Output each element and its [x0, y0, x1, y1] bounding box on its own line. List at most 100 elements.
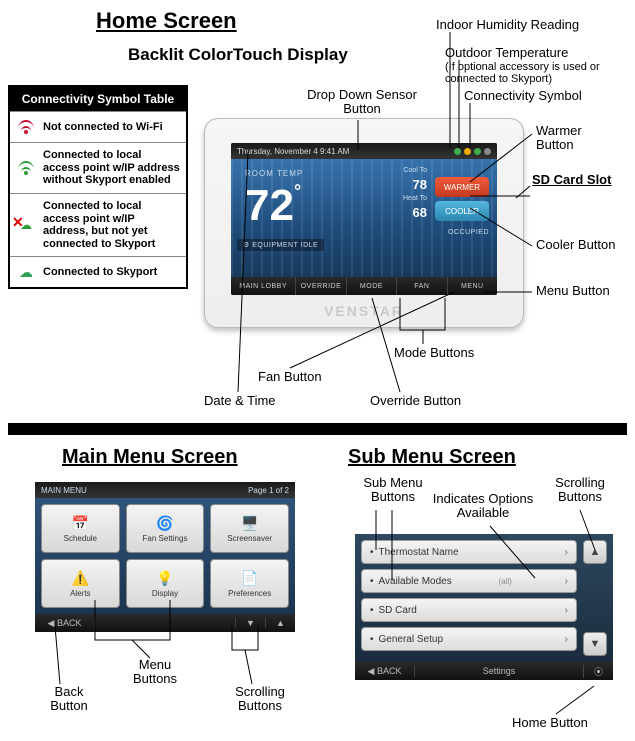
conn-row-notconnected: Not connected to Wi-Fi	[10, 111, 186, 142]
scroll-down-button[interactable]: ▼	[235, 618, 265, 628]
chevron-right-icon: ›	[565, 634, 568, 645]
warmer-button[interactable]: WARMER	[435, 177, 489, 197]
sub-row-label: Thermostat Name	[379, 547, 459, 558]
menu-btn-preferences[interactable]: 📄Preferences	[210, 559, 289, 608]
display-subtitle: Backlit ColorTouch Display	[128, 45, 348, 65]
chevron-right-icon: ›	[565, 576, 568, 587]
label-warmer: Warmer Button	[536, 124, 616, 153]
main-menu-title: Main Menu Screen	[62, 446, 238, 469]
display-icon: 💡	[154, 569, 176, 587]
sub-back-button[interactable]: ◀ BACK	[355, 666, 415, 677]
wifi-x-icon: ☁︎✕	[15, 216, 37, 234]
main-menu-header: MAIN MENU Page 1 of 2	[35, 482, 295, 498]
status-bar[interactable]: Thursday, November 4 9:41 AM	[231, 143, 497, 159]
label-dropdown: Drop Down Sensor Button	[302, 88, 422, 117]
menu-btn-label: Schedule	[64, 534, 97, 543]
home-button[interactable]: ⦿	[583, 665, 613, 678]
label-override: Override Button	[370, 394, 461, 408]
page-indicator: Page 1 of 2	[248, 486, 289, 495]
label-conn-symbol: Connectivity Symbol	[464, 89, 582, 103]
menu-btn-schedule[interactable]: 📅 Schedule	[41, 504, 120, 553]
wifi-red-icon	[15, 118, 37, 136]
menu-button[interactable]: MENU	[448, 277, 497, 295]
brand-label: VENSTAR	[205, 303, 523, 319]
location-button[interactable]: MAIN LOBBY	[231, 277, 296, 295]
label-scrolling-buttons: Scrolling Buttons	[220, 685, 300, 714]
main-menu-label: MAIN MENU	[41, 486, 87, 495]
sub-scroll-buttons: ▲ ▼	[583, 540, 607, 656]
scroll-down-button[interactable]: ▼	[583, 632, 607, 656]
label-cooler: Cooler Button	[536, 238, 616, 252]
sub-row-sd-card[interactable]: •SD Card›	[361, 598, 577, 622]
override-button[interactable]: OVERRIDE	[296, 277, 346, 295]
status-icons	[454, 148, 491, 155]
conn-row-skyport: ☁︎ Connected to Skyport	[10, 256, 186, 287]
sub-menu-footer: ◀ BACK Settings ⦿	[355, 662, 613, 680]
label-options-available: Indicates Options Available	[418, 492, 548, 521]
equipment-status: ⚙ EQUIPMENT IDLE	[237, 239, 324, 251]
main-menu-grid: 📅 Schedule 🌀Fan Settings 🖥️ Screensaver ⚠️…	[35, 498, 295, 614]
options-indicator: (all)	[499, 577, 512, 586]
conn-row-label: Connected to Skyport	[43, 266, 181, 279]
back-button[interactable]: ◀ BACK	[35, 618, 95, 629]
room-temp-label: ROOM TEMP	[245, 169, 303, 178]
menu-btn-label: Display	[152, 589, 178, 598]
scroll-up-button[interactable]: ▲	[583, 540, 607, 564]
menu-btn-screensaver[interactable]: 🖥️ Screensaver	[210, 504, 289, 553]
sub-row-general-setup[interactable]: •General Setup›	[361, 627, 577, 651]
scroll-up-button[interactable]: ▲	[265, 618, 295, 628]
sub-menu-body: •Thermostat Name› •Available Modes(all)›…	[355, 534, 613, 662]
preferences-icon: 📄	[239, 569, 261, 587]
connectivity-table-header: Connectivity Symbol Table	[10, 87, 186, 111]
chevron-right-icon: ›	[565, 605, 568, 616]
occupied-status: OCCUPIED	[448, 229, 489, 236]
schedule-icon: 📅	[69, 514, 91, 532]
room-temp-value: 72°	[245, 181, 301, 231]
screensaver-icon: 🖥️	[239, 514, 261, 532]
menu-btn-label: Screensaver	[227, 534, 272, 543]
label-outdoor: Outdoor Temperature	[445, 46, 568, 60]
sub-row-thermostat-name[interactable]: •Thermostat Name›	[361, 540, 577, 564]
label-humidity: Indoor Humidity Reading	[436, 18, 579, 32]
main-area: ROOM TEMP 72° ⚙ EQUIPMENT IDLE Cool To 7…	[231, 159, 497, 277]
label-fan-button: Fan Button	[258, 370, 322, 384]
wifi-dot-icon	[474, 148, 481, 155]
label-outdoor-sub: (If optional accessory is used or connec…	[445, 62, 625, 85]
touchscreen[interactable]: Thursday, November 4 9:41 AM ROOM TEMP 7…	[231, 143, 497, 295]
fan-button[interactable]: FAN	[397, 277, 447, 295]
humidity-dot-icon	[454, 148, 461, 155]
bottom-bar: MAIN LOBBY OVERRIDE MODE FAN MENU	[231, 277, 497, 295]
conn-row-noskyport: ☁︎✕ Connected to local access point w/IP…	[10, 193, 186, 257]
menu-btn-label: Alerts	[70, 589, 90, 598]
sub-footer-title: Settings	[415, 666, 583, 676]
chevron-right-icon: ›	[565, 547, 568, 558]
conn-row-localip: Connected to local access point w/IP add…	[10, 142, 186, 193]
label-datetime: Date & Time	[204, 394, 276, 408]
mode-button[interactable]: MODE	[347, 277, 397, 295]
conn-row-label: Connected to local access point w/IP add…	[43, 200, 181, 251]
main-menu-footer: ◀ BACK ▼ ▲	[35, 614, 295, 632]
conn-row-label: Connected to local access point w/IP add…	[43, 149, 181, 187]
cool-to-label: Cool To	[403, 167, 427, 174]
label-menu: Menu Button	[536, 284, 616, 298]
label-sub-scrolling: Scrolling Buttons	[540, 476, 620, 505]
connectivity-table: Connectivity Symbol Table Not connected …	[8, 85, 188, 289]
sub-menu-title: Sub Menu Screen	[348, 446, 516, 469]
sub-menu-screenshot: •Thermostat Name› •Available Modes(all)›…	[355, 534, 613, 680]
cool-to-value: 78	[413, 177, 427, 192]
menu-btn-display[interactable]: 💡 Display	[126, 559, 205, 608]
section-divider	[8, 423, 627, 435]
thermostat-device: Thursday, November 4 9:41 AM ROOM TEMP 7…	[204, 118, 524, 328]
main-menu-screenshot: MAIN MENU Page 1 of 2 📅 Schedule 🌀Fan Set…	[35, 482, 295, 632]
label-back-button: Back Button	[34, 685, 104, 714]
sub-row-label: SD Card	[379, 605, 417, 616]
cooler-button[interactable]: COOLER	[435, 201, 489, 221]
datetime-readout: Thursday, November 4 9:41 AM	[237, 147, 349, 156]
menu-btn-alerts[interactable]: ⚠️Alerts	[41, 559, 120, 608]
label-menu-buttons: Menu Buttons	[120, 658, 190, 687]
menu-btn-fan[interactable]: 🌀Fan Settings	[126, 504, 205, 553]
sub-row-label: Available Modes	[379, 576, 452, 587]
sub-row-available-modes[interactable]: •Available Modes(all)›	[361, 569, 577, 593]
skyport-icon: ☁︎	[15, 263, 37, 281]
wifi-green-icon	[15, 159, 37, 177]
